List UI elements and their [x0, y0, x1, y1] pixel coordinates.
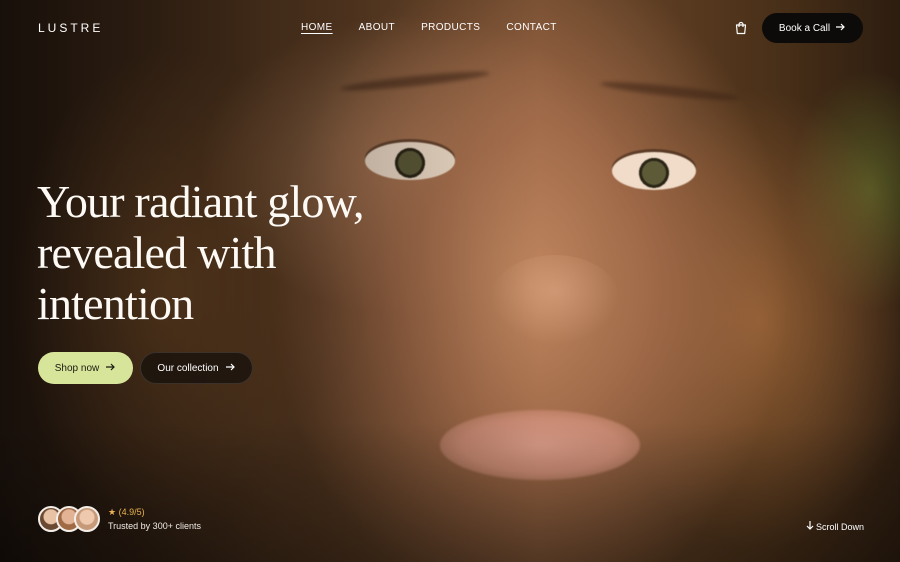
our-collection-button[interactable]: Our collection — [140, 352, 253, 384]
shop-now-label: Shop now — [54, 362, 100, 374]
rating-text: ★ (4.9/5) — [108, 507, 145, 517]
scroll-down-link[interactable]: Scroll Down — [806, 521, 864, 533]
book-call-label: Book a Call — [778, 22, 831, 34]
shop-now-button[interactable]: Shop now — [38, 352, 133, 384]
book-call-button[interactable]: Book a Call — [762, 13, 863, 43]
trusted-clients-text: Trusted by 300+ clients — [108, 521, 201, 531]
avatar — [74, 506, 100, 532]
headline-line-1: Your radiant glow, — [37, 176, 365, 227]
scroll-down-label: Scroll Down — [816, 522, 865, 532]
headline-line-2: revealed with — [37, 227, 276, 278]
client-avatars — [38, 506, 102, 532]
shopping-bag-icon[interactable] — [733, 20, 749, 36]
our-collection-label: Our collection — [157, 362, 219, 374]
main-nav: HOME ABOUT PRODUCTS CONTACT — [301, 22, 557, 33]
arrow-right-icon — [225, 363, 236, 374]
hero-headline: Your radiant glow, revealed with intenti… — [37, 176, 367, 329]
headline-line-3: intention — [37, 278, 194, 329]
nav-item-home[interactable]: HOME — [301, 22, 333, 33]
arrow-right-icon — [106, 363, 116, 374]
arrow-down-icon — [806, 521, 814, 533]
nav-item-products[interactable]: PRODUCTS — [421, 22, 480, 33]
hero-page: LUSTRE HOME ABOUT PRODUCTS CONTACT Book … — [0, 0, 900, 562]
brand-logo[interactable]: LUSTRE — [38, 21, 103, 35]
nav-item-contact[interactable]: CONTACT — [506, 22, 556, 33]
nav-item-about[interactable]: ABOUT — [359, 22, 395, 33]
arrow-right-icon — [836, 23, 846, 34]
